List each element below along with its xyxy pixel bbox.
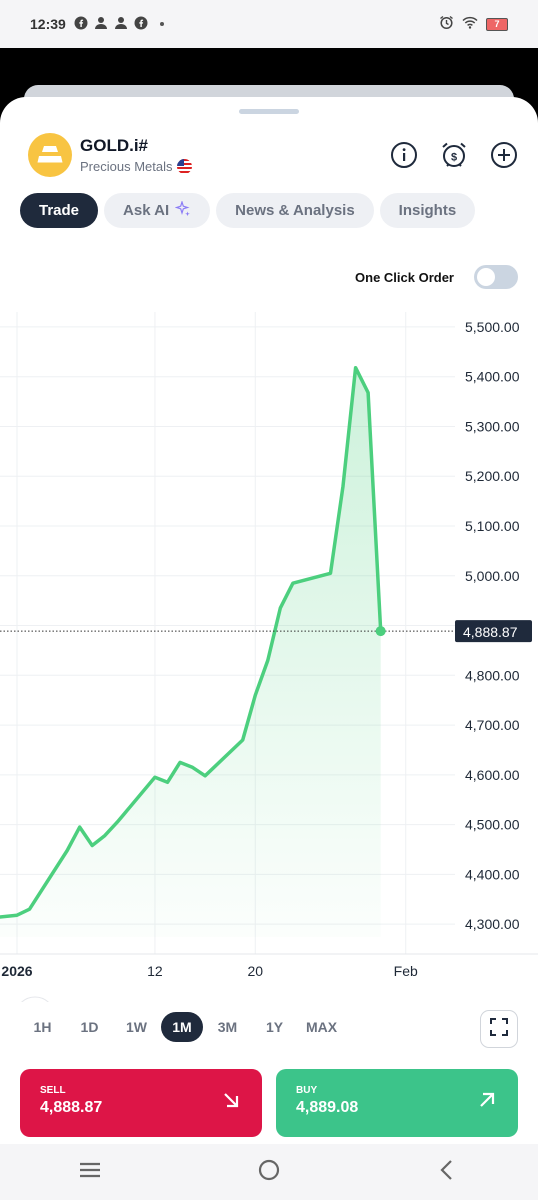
- timeframe-selector: 1H 1D 1W 1M 3M 1Y MAX: [20, 1012, 346, 1042]
- x-axis-labels: 2026 12 20 Feb: [1, 963, 418, 979]
- header-actions: $: [390, 141, 518, 169]
- price-alert-icon[interactable]: $: [440, 141, 468, 169]
- tab-ask-ai-label: Ask AI: [123, 202, 170, 219]
- y-tick-label: 5,100.00: [465, 518, 520, 534]
- timeframe-1y[interactable]: 1Y: [252, 1012, 297, 1042]
- arrow-up-right-icon: [478, 1091, 496, 1114]
- x-tick-label: 2026: [1, 963, 32, 979]
- y-tick-label: 5,300.00: [465, 418, 520, 434]
- y-tick-label: 5,500.00: [465, 319, 520, 335]
- facebook-icon: [134, 16, 148, 33]
- buy-price: 4,889.08: [296, 1099, 359, 1116]
- person-icon: [114, 16, 128, 33]
- buy-button[interactable]: BUY 4,889.08: [276, 1069, 518, 1137]
- tab-insights-label: Insights: [398, 202, 457, 219]
- expand-icon: [490, 1017, 508, 1041]
- home-icon[interactable]: [257, 1158, 281, 1187]
- drag-handle[interactable]: [239, 109, 299, 114]
- y-tick-label: 4,700.00: [465, 717, 520, 733]
- current-price-tag: 4,888.87: [455, 620, 532, 643]
- instrument-title-block: GOLD.i# Precious Metals: [80, 136, 193, 174]
- recent-apps-icon[interactable]: [78, 1160, 102, 1185]
- us-flag-icon: [177, 159, 193, 174]
- tab-news-analysis[interactable]: News & Analysis: [216, 193, 374, 228]
- add-watchlist-icon[interactable]: [490, 141, 518, 169]
- x-tick-label: Feb: [394, 963, 418, 979]
- tradingview-logo-icon: [21, 996, 49, 1002]
- alarm-icon: [439, 15, 454, 33]
- facebook-icon: [74, 16, 88, 33]
- sell-price: 4,888.87: [40, 1099, 103, 1116]
- x-tick-label: 20: [247, 963, 263, 979]
- tab-insights[interactable]: Insights: [379, 193, 476, 228]
- instrument-category: Precious Metals: [80, 159, 173, 174]
- y-tick-label: 5,200.00: [465, 468, 520, 484]
- status-time: 12:39: [30, 16, 66, 32]
- battery-icon: 7: [486, 17, 508, 31]
- sell-button[interactable]: SELL 4,888.87: [20, 1069, 262, 1137]
- y-tick-label: 5,400.00: [465, 369, 520, 385]
- sparkle-icon: [174, 199, 191, 221]
- notification-icons: [74, 16, 164, 33]
- instrument-sheet: GOLD.i# Precious Metals $ Trade Ask AI N…: [0, 97, 538, 1200]
- instrument-symbol: GOLD.i#: [80, 136, 149, 155]
- system-icons: 7: [439, 15, 508, 33]
- fullscreen-button[interactable]: [480, 1010, 518, 1048]
- y-tick-label: 4,400.00: [465, 866, 520, 882]
- one-click-order-row: One Click Order: [355, 265, 518, 289]
- info-icon[interactable]: [390, 141, 418, 169]
- timeframe-1w[interactable]: 1W: [114, 1012, 159, 1042]
- tab-trade[interactable]: Trade: [20, 193, 99, 228]
- timeframe-1m[interactable]: 1M: [161, 1012, 203, 1042]
- x-tick-label: 12: [147, 963, 163, 979]
- instrument-header: GOLD.i# Precious Metals $: [28, 133, 518, 177]
- y-tick-label: 4,600.00: [465, 767, 520, 783]
- svg-text:$: $: [451, 152, 457, 164]
- timeframe-1h[interactable]: 1H: [20, 1012, 65, 1042]
- gold-bars-icon: [28, 133, 72, 177]
- tab-news-analysis-label: News & Analysis: [235, 202, 355, 219]
- toggle-knob: [477, 268, 495, 286]
- back-icon[interactable]: [436, 1158, 460, 1187]
- status-bar: 12:39 7: [0, 0, 538, 48]
- one-click-order-label: One Click Order: [355, 269, 454, 285]
- more-notifications-dot: [159, 22, 164, 26]
- person-icon: [94, 16, 108, 33]
- timeframe-max[interactable]: MAX: [299, 1012, 344, 1042]
- y-tick-label: 4,800.00: [465, 667, 520, 683]
- current-price-dot: [375, 626, 386, 637]
- tab-trade-label: Trade: [39, 202, 80, 219]
- tab-ask-ai[interactable]: Ask AI: [104, 193, 211, 228]
- instrument-tabs: Trade Ask AI News & Analysis Insights: [20, 193, 476, 228]
- sell-label: SELL: [40, 1085, 66, 1096]
- timeframe-1d[interactable]: 1D: [67, 1012, 112, 1042]
- price-chart[interactable]: 5,500.00 5,400.00 5,300.00 5,200.00 5,100.00…: [0, 312, 538, 1002]
- instrument-category-row: Precious Metals: [80, 159, 193, 174]
- system-nav-bar: [0, 1144, 538, 1200]
- buy-label: BUY: [296, 1085, 318, 1096]
- y-tick-label: 4,500.00: [465, 817, 520, 833]
- price-area-fill: [0, 367, 381, 937]
- wifi-icon: [462, 16, 478, 32]
- y-tick-label: 4,300.00: [465, 916, 520, 932]
- arrow-down-right-icon: [222, 1091, 240, 1114]
- timeframe-3m[interactable]: 3M: [205, 1012, 250, 1042]
- y-tick-label: 5,000.00: [465, 568, 520, 584]
- one-click-order-toggle[interactable]: [474, 265, 518, 289]
- current-price-tag-label: 4,888.87: [463, 624, 518, 640]
